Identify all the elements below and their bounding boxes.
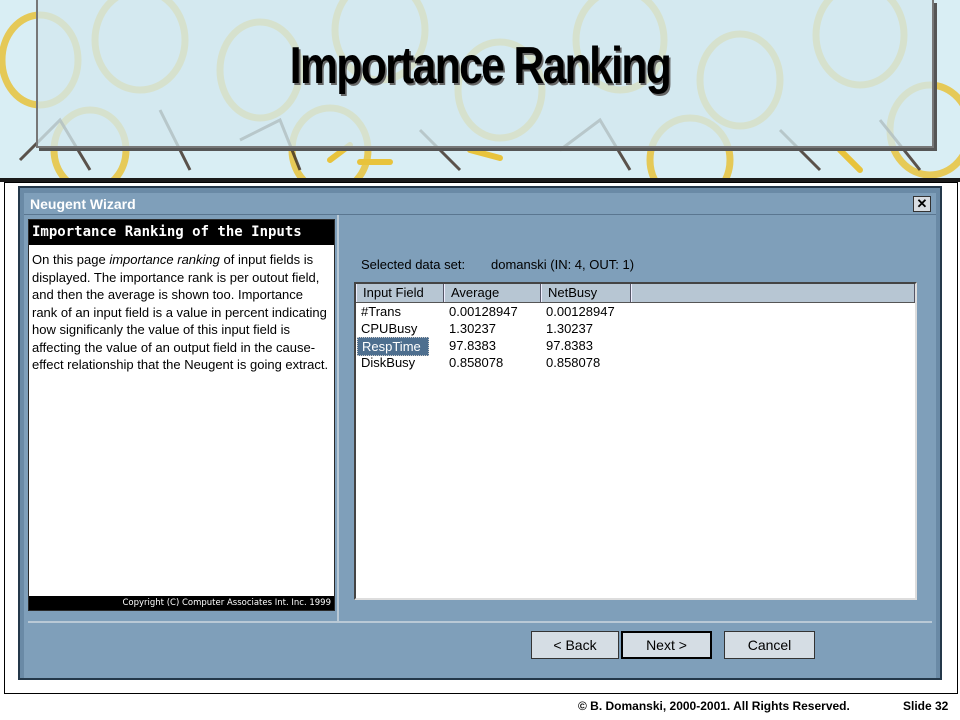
slide-title: Importance Ranking (289, 37, 672, 95)
column-header-average[interactable]: Average (444, 284, 541, 302)
description-text-italic: importance ranking (109, 252, 220, 267)
table-row[interactable]: DiskBusy 0.858078 0.858078 (356, 354, 915, 371)
window-title: Neugent Wizard (30, 196, 136, 212)
table-row-selected[interactable]: RespTime 97.8383 97.8383 (356, 337, 915, 356)
description-panel: Importance Ranking of the Inputs On this… (28, 219, 335, 611)
cell-average: 0.00128947 (449, 304, 518, 319)
column-header-empty (631, 284, 915, 302)
cell-input-field: CPUBusy (361, 321, 418, 336)
dataset-value: domanski (IN: 4, OUT: 1) (491, 257, 635, 272)
table-row[interactable]: CPUBusy 1.30237 1.30237 (356, 320, 915, 337)
close-icon: ✕ (916, 196, 928, 211)
cell-average: 97.8383 (449, 338, 496, 353)
cell-average: 1.30237 (449, 321, 496, 336)
column-header-netbusy[interactable]: NetBusy (541, 284, 631, 302)
footer-slide-number: Slide 32 (903, 699, 949, 713)
importance-ranking-list[interactable]: Input Field Average NetBusy #Trans 0.001… (354, 282, 917, 600)
slide-banner: Importance Ranking (0, 0, 960, 182)
list-rows: #Trans 0.00128947 0.00128947 CPUBusy 1.3… (356, 303, 915, 371)
cancel-button[interactable]: Cancel (724, 631, 815, 659)
description-heading: Importance Ranking of the Inputs (29, 220, 334, 245)
dataset-label: Selected data set: (361, 257, 466, 272)
neugent-wizard-window: Neugent Wizard ✕ Importance Ranking of t… (18, 186, 942, 680)
description-text-after: of input fields is displayed. The import… (32, 252, 329, 372)
table-row[interactable]: #Trans 0.00128947 0.00128947 (356, 303, 915, 320)
column-header-input-field[interactable]: Input Field (356, 284, 444, 302)
list-header: Input Field Average NetBusy (356, 284, 915, 303)
window-titlebar[interactable]: Neugent Wizard ✕ (24, 193, 936, 215)
cell-input-field-cell: RespTime (356, 337, 444, 356)
description-copyright: Copyright (C) Computer Associates Int. I… (29, 596, 334, 610)
close-button[interactable]: ✕ (913, 196, 931, 212)
cell-average: 0.858078 (449, 355, 504, 370)
description-text-before: On this page (32, 252, 110, 267)
cell-input-field: DiskBusy (361, 355, 416, 370)
back-button[interactable]: < Back (531, 631, 619, 659)
cell-netbusy: 0.00128947 (546, 304, 615, 319)
cell-input-field: #Trans (361, 304, 401, 319)
vertical-divider (337, 215, 339, 621)
wizard-body: Importance Ranking of the Inputs On this… (24, 215, 936, 678)
cell-netbusy: 1.30237 (546, 321, 593, 336)
next-button[interactable]: Next > (621, 631, 712, 659)
footer-copyright: © B. Domanski, 2000-2001. All Rights Res… (578, 699, 850, 713)
cell-netbusy: 97.8383 (546, 338, 593, 353)
horizontal-divider (28, 621, 932, 623)
cell-netbusy: 0.858078 (546, 355, 601, 370)
description-text: On this page importance ranking of input… (32, 251, 330, 374)
